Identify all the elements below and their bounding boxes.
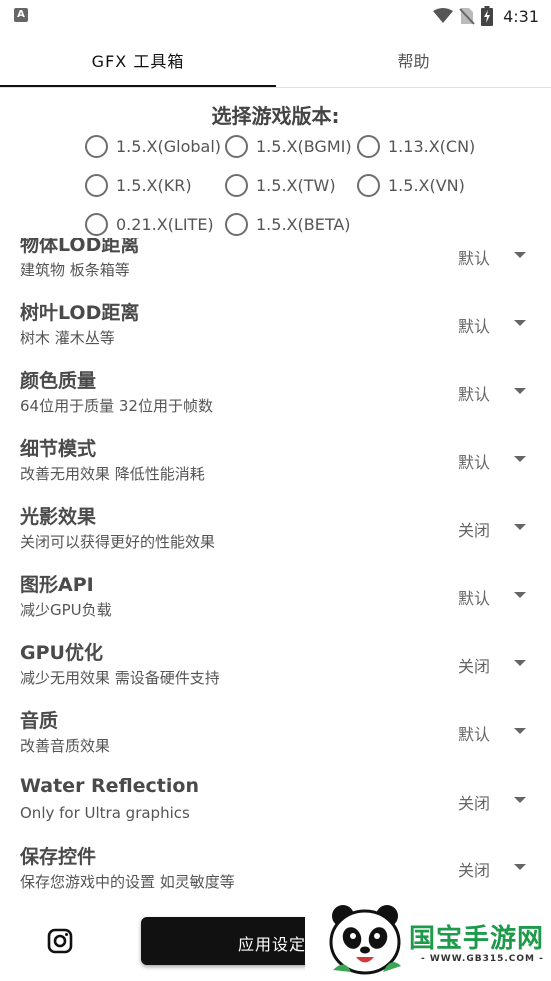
watermark-url: - WWW.GB315.COM - xyxy=(421,954,544,964)
radio-button[interactable] xyxy=(225,134,248,158)
setting-row-graphics-api[interactable]: 图形API 减少GPU负载 默认 xyxy=(0,570,551,638)
radio-option-tw[interactable]: 1.5.X(TW) xyxy=(225,171,336,199)
radio-label: 1.5.X(BGMI) xyxy=(256,136,352,156)
setting-title: 图形API xyxy=(20,574,94,596)
radio-label: 1.5.X(KR) xyxy=(116,175,192,195)
setting-row-shadow-effect[interactable]: 光影效果 关闭可以获得更好的性能效果 关闭 xyxy=(0,502,551,570)
setting-title: 光影效果 xyxy=(20,506,97,528)
setting-desc: 建筑物 板条箱等 xyxy=(20,261,130,279)
radio-option-cn[interactable]: 1.13.X(CN) xyxy=(357,132,475,160)
radio-option-kr[interactable]: 1.5.X(KR) xyxy=(85,171,192,199)
dropdown-arrow-icon[interactable] xyxy=(514,524,526,530)
setting-title: 音质 xyxy=(20,710,59,732)
dropdown-arrow-icon[interactable] xyxy=(514,728,526,734)
setting-row-detail-mode[interactable]: 细节模式 改善无用效果 降低性能消耗 默认 xyxy=(0,434,551,502)
setting-value[interactable]: 关闭 xyxy=(458,790,490,814)
setting-value[interactable]: 默认 xyxy=(458,313,490,337)
setting-value[interactable]: 关闭 xyxy=(458,857,490,881)
tab-bar: GFX 工具箱 帮助 xyxy=(0,32,551,88)
setting-title: 物体LOD距离 xyxy=(20,238,140,256)
radio-label: 1.13.X(CN) xyxy=(388,136,476,156)
setting-value[interactable]: 默认 xyxy=(458,721,490,745)
battery-charging-icon xyxy=(481,6,494,26)
radio-button[interactable] xyxy=(357,134,380,158)
setting-title: 树叶LOD距离 xyxy=(20,302,140,324)
radio-label: 0.21.X(LITE) xyxy=(116,214,214,234)
radio-label: 1.5.X(TW) xyxy=(256,175,336,195)
instagram-icon[interactable] xyxy=(47,928,73,954)
radio-option-vn[interactable]: 1.5.X(VN) xyxy=(357,171,465,199)
setting-row-foliage-lod[interactable]: 树叶LOD距离 树木 灌木丛等 默认 xyxy=(0,298,551,366)
watermark-brand: 国宝手游网 xyxy=(409,924,545,954)
setting-value[interactable]: 默认 xyxy=(458,245,490,269)
tab-gfx-toolbox[interactable]: GFX 工具箱 xyxy=(0,32,276,88)
setting-title: 细节模式 xyxy=(20,438,97,460)
setting-row-gpu-optimization[interactable]: GPU优化 减少无用效果 需设备硬件支持 关闭 xyxy=(0,638,551,706)
setting-title: 保存控件 xyxy=(20,846,97,868)
setting-desc: 减少GPU负载 xyxy=(20,601,112,619)
dropdown-arrow-icon[interactable] xyxy=(514,797,526,803)
radio-option-bgmi[interactable]: 1.5.X(BGMI) xyxy=(225,132,352,160)
apply-settings-label: 应用设定 xyxy=(238,935,307,954)
setting-title: GPU优化 xyxy=(20,642,103,664)
tab-divider xyxy=(0,87,551,88)
settings-list[interactable]: 物体LOD距离 建筑物 板条箱等 默认 树叶LOD距离 树木 灌木丛等 默认 颜… xyxy=(0,238,551,896)
setting-row-color-quality[interactable]: 颜色质量 64位用于质量 32位用于帧数 默认 xyxy=(0,366,551,434)
app-notification-icon: A xyxy=(14,8,28,22)
setting-row-object-lod[interactable]: 物体LOD距离 建筑物 板条箱等 默认 xyxy=(0,238,551,298)
radio-button[interactable] xyxy=(85,173,108,197)
version-select-title: 选择游戏版本: xyxy=(211,104,340,128)
dropdown-arrow-icon[interactable] xyxy=(514,456,526,462)
dropdown-arrow-icon[interactable] xyxy=(514,252,526,258)
dropdown-arrow-icon[interactable] xyxy=(514,660,526,666)
setting-desc: 改善无用效果 降低性能消耗 xyxy=(20,465,205,483)
setting-value[interactable]: 默认 xyxy=(458,381,490,405)
dropdown-arrow-icon[interactable] xyxy=(514,320,526,326)
status-bar: A 4:31 xyxy=(0,0,551,32)
tab-help[interactable]: 帮助 xyxy=(276,32,551,88)
dropdown-arrow-icon[interactable] xyxy=(514,864,526,870)
radio-option-lite[interactable]: 0.21.X(LITE) xyxy=(85,210,214,238)
setting-desc: 改善音质效果 xyxy=(20,737,111,755)
setting-desc: 关闭可以获得更好的性能效果 xyxy=(20,533,216,551)
setting-value[interactable]: 默认 xyxy=(458,449,490,473)
panda-logo-icon xyxy=(329,905,401,975)
setting-value[interactable]: 关闭 xyxy=(458,517,490,541)
setting-desc: 减少无用效果 需设备硬件支持 xyxy=(20,669,220,687)
no-sim-icon xyxy=(459,8,475,25)
setting-title: 颜色质量 xyxy=(20,370,97,392)
status-icons: 4:31 xyxy=(433,4,539,28)
radio-option-global[interactable]: 1.5.X(Global) xyxy=(85,132,221,160)
radio-label: 1.5.X(VN) xyxy=(388,175,465,195)
setting-title: Water Reflection xyxy=(20,775,199,797)
status-time: 4:31 xyxy=(503,6,539,26)
radio-button[interactable] xyxy=(225,173,248,197)
radio-button[interactable] xyxy=(85,212,108,236)
setting-desc: 保存您游戏中的设置 如灵敏度等 xyxy=(20,873,235,891)
setting-row-sound-quality[interactable]: 音质 改善音质效果 默认 xyxy=(0,706,551,774)
setting-value[interactable]: 默认 xyxy=(458,585,490,609)
dropdown-arrow-icon[interactable] xyxy=(514,388,526,394)
setting-value[interactable]: 关闭 xyxy=(458,653,490,677)
radio-button[interactable] xyxy=(85,134,108,158)
watermark: 国宝手游网 - WWW.GB315.COM - xyxy=(305,888,551,981)
dropdown-arrow-icon[interactable] xyxy=(514,592,526,598)
radio-label: 1.5.X(BETA) xyxy=(256,214,351,234)
radio-button[interactable] xyxy=(225,212,248,236)
radio-label: 1.5.X(Global) xyxy=(116,136,222,156)
radio-option-beta[interactable]: 1.5.X(BETA) xyxy=(225,210,351,238)
setting-desc: 64位用于质量 32位用于帧数 xyxy=(20,397,213,415)
setting-desc: Only for Ultra graphics xyxy=(20,804,190,822)
setting-row-water-reflection[interactable]: Water Reflection Only for Ultra graphics… xyxy=(0,775,551,843)
radio-button[interactable] xyxy=(357,173,380,197)
wifi-icon xyxy=(433,8,454,23)
setting-desc: 树木 灌木丛等 xyxy=(20,329,115,347)
